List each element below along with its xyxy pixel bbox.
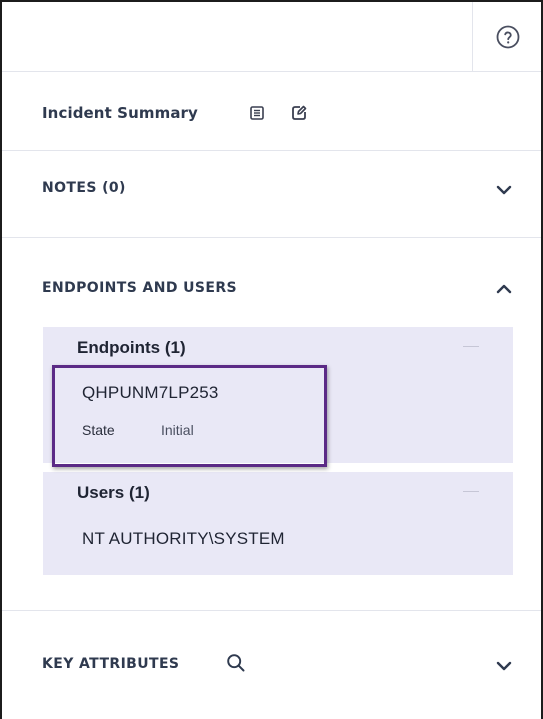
endpoint-name[interactable]: QHPUNM7LP253 [82, 383, 219, 403]
endpoints-users-section: ENDPOINTS AND USERS Endpoints (1) QHPUNM… [2, 239, 541, 611]
collapse-icon[interactable] [463, 346, 479, 347]
state-value: Initial [161, 422, 194, 438]
chevron-down-icon[interactable] [496, 660, 512, 672]
search-icon[interactable] [226, 653, 246, 673]
key-attributes-section[interactable]: KEY ATTRIBUTES [2, 612, 541, 719]
notes-section[interactable]: NOTES (0) [2, 152, 541, 238]
endpoints-users-heading[interactable]: ENDPOINTS AND USERS [42, 280, 237, 296]
incident-summary-section: Incident Summary [2, 73, 541, 151]
top-toolbar [2, 2, 541, 72]
question-circle-icon[interactable] [496, 25, 520, 49]
key-attributes-heading[interactable]: KEY ATTRIBUTES [42, 656, 179, 672]
endpoints-panel: Endpoints (1) QHPUNM7LP253 State Initial [43, 327, 513, 463]
notes-heading[interactable]: NOTES (0) [42, 180, 126, 196]
endpoints-panel-title: Endpoints (1) [77, 338, 186, 357]
incident-summary-title[interactable]: Incident Summary [42, 104, 198, 122]
edit-icon[interactable] [291, 105, 307, 121]
summary-document-icon[interactable] [250, 106, 264, 120]
users-panel-title: Users (1) [77, 483, 150, 502]
collapse-icon[interactable] [463, 491, 479, 492]
users-panel: Users (1) NT AUTHORITY\SYSTEM [43, 472, 513, 575]
state-label: State [82, 422, 115, 438]
chevron-up-icon[interactable] [496, 283, 512, 295]
chevron-down-icon[interactable] [496, 184, 512, 196]
help-cell [472, 2, 541, 72]
user-name[interactable]: NT AUTHORITY\SYSTEM [82, 529, 285, 549]
